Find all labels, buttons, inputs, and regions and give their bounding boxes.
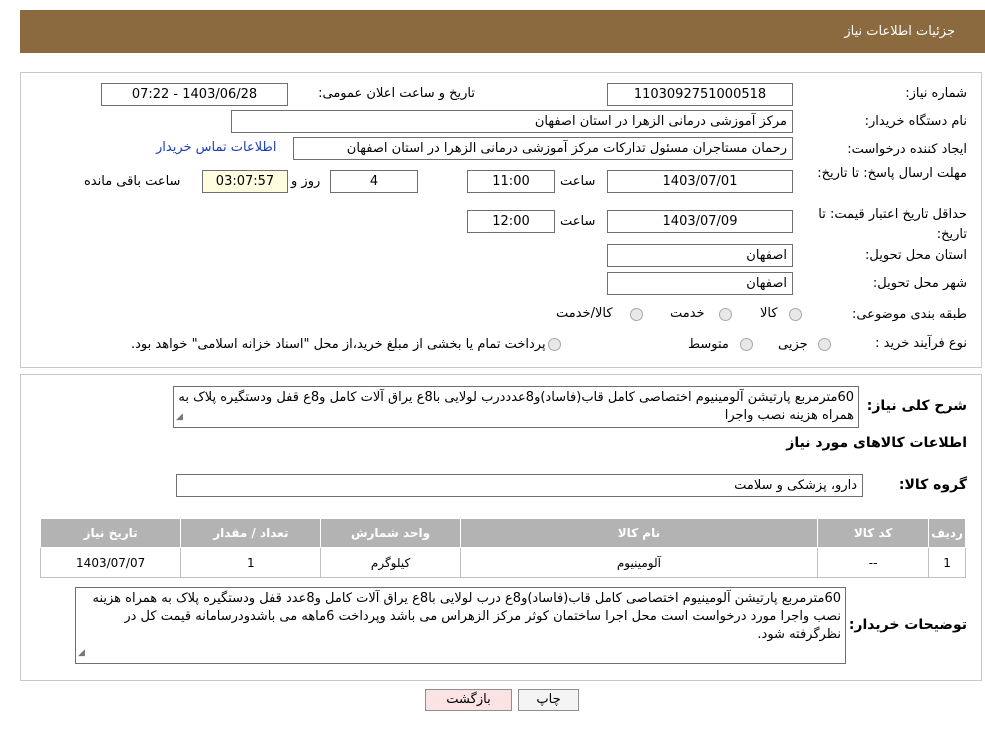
print-button[interactable]: چاپ: [518, 689, 579, 711]
days-label: روز و: [291, 174, 321, 189]
remaining-time-field: 03:07:57: [202, 170, 288, 193]
col-need-date: تاریخ نیاز: [39, 518, 182, 548]
col-row-number: ردیف: [928, 518, 966, 548]
goods-group-label: گروه کالا:: [898, 477, 967, 493]
category-label: طبقه بندی موضوعی:: [851, 307, 967, 322]
cell-row-number: 1: [928, 547, 966, 578]
category-radio-service[interactable]: [719, 308, 732, 321]
validity-time-label: ساعت: [560, 214, 596, 229]
city-field: اصفهان: [607, 272, 793, 295]
table-row: 1 -- آلومینیوم کیلوگرم 1 1403/07/07: [39, 547, 966, 578]
deadline-date-field: 1403/07/01: [607, 170, 793, 193]
need-description-label: شرح کلی نیاز:: [866, 398, 967, 414]
buyer-org-field: مرکز آموزشی درمانی الزهرا در استان اصفها…: [231, 110, 793, 133]
days-field: 4: [330, 170, 418, 193]
category-option-service: خدمت: [670, 306, 705, 321]
remaining-label: ساعت باقی مانده: [84, 174, 181, 189]
buyer-org-label: نام دستگاه خریدار:: [864, 114, 967, 129]
process-option-medium: متوسط: [688, 337, 729, 352]
province-label: استان محل تحویل:: [865, 248, 967, 263]
buyer-notes-value: 60مترمربع پارتیشن آلومینیوم اختصاصی کامل…: [92, 591, 841, 642]
announce-field: 1403/06/28 - 07:22: [101, 83, 288, 106]
announce-label: تاریخ و ساعت اعلان عمومی:: [318, 86, 475, 101]
buyer-notes-label: توضیحات خریدار:: [848, 617, 967, 633]
process-radio-minor[interactable]: [818, 338, 831, 351]
process-option-minor: جزیی: [778, 337, 808, 352]
cell-quantity: 1: [180, 547, 322, 578]
deadline-time-label: ساعت: [560, 174, 596, 189]
col-unit: واحد شمارش: [320, 518, 461, 548]
treasury-checkbox[interactable]: [548, 338, 561, 351]
buyer-notes-text: 60مترمربع پارتیشن آلومینیوم اختصاصی کامل…: [75, 587, 846, 664]
need-description-text: 60مترمربع پارتیشن آلومینیوم اختصاصی کامل…: [173, 386, 859, 428]
goods-table: ردیف کد کالا نام کالا واحد شمارش تعداد /…: [39, 518, 966, 578]
validity-label: حداقل تاریخ اعتبار قیمت: تا تاریخ:: [818, 207, 967, 242]
back-button[interactable]: بازگشت: [425, 689, 512, 711]
category-radio-goods[interactable]: [789, 308, 802, 321]
need-number-label: شماره نیاز:: [905, 86, 967, 101]
cell-goods-name: آلومینیوم: [459, 547, 819, 578]
page-title: جزئیات اطلاعات نیاز: [844, 24, 955, 39]
creator-label: ایجاد کننده درخواست:: [847, 142, 967, 157]
cell-unit: کیلوگرم: [320, 547, 461, 578]
deadline-time-field: 11:00: [467, 170, 555, 193]
goods-table-header: ردیف کد کالا نام کالا واحد شمارش تعداد /…: [39, 518, 966, 548]
cell-need-date: 1403/07/07: [39, 547, 182, 578]
need-number-field: 1103092751000518: [607, 83, 793, 106]
col-goods-code: کد کالا: [817, 518, 930, 548]
page-header: جزئیات اطلاعات نیاز: [20, 10, 985, 53]
goods-group-field: دارو، پزشکی و سلامت: [176, 474, 863, 497]
category-option-goods: کالا: [760, 306, 778, 321]
cell-goods-code: --: [817, 547, 930, 578]
resize-grip-icon[interactable]: ◢: [78, 644, 85, 662]
col-quantity: تعداد / مقدار: [180, 518, 322, 548]
col-goods-name: نام کالا: [459, 518, 819, 548]
process-radio-medium[interactable]: [740, 338, 753, 351]
resize-grip-icon[interactable]: ◢: [176, 408, 183, 426]
validity-time-field: 12:00: [467, 210, 555, 233]
goods-info-heading: اطلاعات کالاهای مورد نیاز: [786, 435, 967, 451]
deadline-label: مهلت ارسال پاسخ: تا تاریخ:: [817, 166, 967, 181]
need-description-value: 60مترمربع پارتیشن آلومینیوم اختصاصی کامل…: [178, 390, 854, 423]
validity-date-field: 1403/07/09: [607, 210, 793, 233]
buyer-contact-link[interactable]: اطلاعات تماس خریدار: [156, 140, 276, 155]
province-field: اصفهان: [607, 244, 793, 267]
process-type-label: نوع فرآیند خرید :: [875, 336, 967, 351]
creator-field: رحمان مستاجران مسئول تداركات مرکز آموزشی…: [293, 137, 793, 160]
category-option-goods-service: کالا/خدمت: [556, 306, 613, 321]
category-radio-goods-service[interactable]: [630, 308, 643, 321]
process-note: پرداخت تمام یا بخشی از مبلغ خرید،از محل …: [131, 337, 546, 352]
city-label: شهر محل تحویل:: [872, 276, 967, 291]
